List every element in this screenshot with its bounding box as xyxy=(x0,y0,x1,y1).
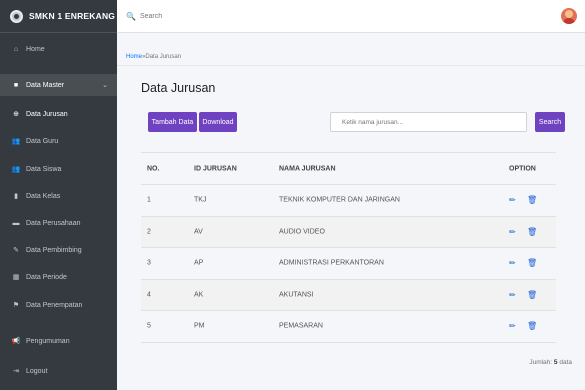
sidebar-item-label: Data Siswa xyxy=(26,165,62,173)
jurusan-search-input[interactable] xyxy=(330,112,527,132)
sidebar-item-label: Data Pembimbing xyxy=(26,246,82,254)
sidebar-item-label: Data Kelas xyxy=(26,192,61,200)
sidebar-item-data-siswa[interactable]: 👥 Data Siswa xyxy=(0,159,117,179)
cell-name: TEKNIK KOMPUTER DAN JARINGAN xyxy=(279,196,400,204)
record-count: Jumlah: 5 data xyxy=(529,359,572,366)
edit-icon[interactable]: ✏ xyxy=(509,290,516,299)
sidebar-item-data-periode[interactable]: ▦ Data Periode xyxy=(0,267,117,287)
building-icon: ▬ xyxy=(12,219,20,227)
door-icon: ▮ xyxy=(14,193,18,200)
handshake-icon: ✎ xyxy=(13,247,19,254)
sidebar-item-label: Home xyxy=(26,45,45,53)
table-row: 1 TKJ TEKNIK KOMPUTER DAN JARINGAN ✏ 🗑 xyxy=(141,185,556,217)
cell-no: 2 xyxy=(147,228,151,236)
cell-name: AUDIO VIDEO xyxy=(279,228,325,236)
cell-id: AK xyxy=(194,291,204,299)
sidebar-item-pengumuman[interactable]: 📢 Pengumuman xyxy=(0,331,117,351)
cell-no: 4 xyxy=(147,291,151,299)
logout-icon: ⇥ xyxy=(13,368,19,375)
table-row: 3 AP ADMINISTRASI PERKANTORAN ✏ 🗑 xyxy=(141,248,556,280)
search-button[interactable]: Search xyxy=(535,112,565,132)
sidebar-item-label: Data Perusahaan xyxy=(26,219,81,227)
sidebar-item-label: Logout xyxy=(26,367,48,375)
trash-icon[interactable]: 🗑 xyxy=(527,227,537,236)
sidebar-item-data-pembimbing[interactable]: ✎ Data Pembimbing xyxy=(0,240,117,260)
compass-icon: ⊕ xyxy=(13,111,19,118)
cell-name: PEMASARAN xyxy=(279,322,323,330)
sidebar-item-label: Data Guru xyxy=(26,137,59,145)
school-logo-icon xyxy=(10,9,23,23)
cell-id: AV xyxy=(194,228,203,236)
sidebar-item-data-perusahaan[interactable]: ▬ Data Perusahaan xyxy=(0,213,117,233)
trash-icon[interactable]: 🗑 xyxy=(527,322,537,331)
sidebar-item-label: Data Penempatan xyxy=(26,301,83,309)
header-id-jurusan: ID JURUSAN xyxy=(194,165,237,172)
add-data-button[interactable]: Tambah Data xyxy=(148,112,197,132)
sidebar: SMKN 1 ENREKANG ⌂ Home ■ Data Master ⌄ ⊕… xyxy=(0,0,117,390)
chevron-down-icon: ⌄ xyxy=(102,82,108,89)
page-title: Data Jurusan xyxy=(141,81,216,95)
table-row: 5 PM PEMASARAN ✏ 🗑 xyxy=(141,311,556,343)
global-search-input[interactable] xyxy=(139,12,300,20)
header-no: NO. xyxy=(147,165,160,172)
header-nama-jurusan: NAMA JURUSAN xyxy=(279,165,336,172)
search-icon[interactable]: 🔍 xyxy=(126,12,136,21)
cell-name: ADMINISTRASI PERKANTORAN xyxy=(279,259,384,267)
breadcrumb: Home » Data Jurusan xyxy=(117,49,585,66)
users-icon: 👥 xyxy=(11,166,21,173)
sidebar-item-label: Data Periode xyxy=(26,273,67,281)
sidebar-item-label: Data Master xyxy=(26,81,65,89)
header-option: OPTION xyxy=(509,165,536,172)
edit-icon[interactable]: ✏ xyxy=(509,259,516,268)
sidebar-item-data-master[interactable]: ■ Data Master ⌄ xyxy=(0,74,117,96)
sidebar-item-label: Pengumuman xyxy=(26,337,70,345)
record-count-value: 5 xyxy=(553,359,558,366)
table-row: 2 AV AUDIO VIDEO ✏ 🗑 xyxy=(141,216,556,248)
sidebar-item-data-kelas[interactable]: ▮ Data Kelas xyxy=(0,186,117,206)
record-count-suffix: data xyxy=(559,359,572,366)
top-navbar: 🔍 xyxy=(117,0,585,33)
sidebar-item-label: Data Jurusan xyxy=(26,110,68,118)
cell-name: AKUTANSI xyxy=(279,291,314,299)
cell-id: AP xyxy=(194,259,204,267)
table-row: 4 AK AKUTANSI ✏ 🗑 xyxy=(141,279,556,311)
download-button[interactable]: Download xyxy=(199,112,237,132)
home-icon: ⌂ xyxy=(13,45,19,53)
sidebar-item-home[interactable]: ⌂ Home xyxy=(0,39,117,59)
cell-no: 3 xyxy=(147,259,151,267)
brand[interactable]: SMKN 1 ENREKANG xyxy=(0,0,117,33)
trash-icon[interactable]: 🗑 xyxy=(527,290,537,299)
sidebar-item-data-guru[interactable]: 👥 Data Guru xyxy=(0,131,117,151)
sidebar-item-data-jurusan[interactable]: ⊕ Data Jurusan xyxy=(0,104,117,124)
trash-icon[interactable]: 🗑 xyxy=(527,196,537,205)
cell-id: PM xyxy=(194,322,205,330)
cell-no: 5 xyxy=(147,322,151,330)
sidebar-item-logout[interactable]: ⇥ Logout xyxy=(0,361,117,381)
calendar-icon: ▦ xyxy=(12,274,20,281)
breadcrumb-current: Data Jurusan xyxy=(145,54,182,60)
cell-id: TKJ xyxy=(194,196,207,204)
edit-icon[interactable]: ✏ xyxy=(509,196,516,205)
cell-no: 1 xyxy=(147,196,151,204)
sidebar-item-data-penempatan[interactable]: ⚑ Data Penempatan xyxy=(0,295,117,315)
record-count-label: Jumlah: xyxy=(529,359,553,366)
edit-icon[interactable]: ✏ xyxy=(509,322,516,331)
flag-icon: ⚑ xyxy=(12,302,20,309)
trash-icon[interactable]: 🗑 xyxy=(527,259,537,268)
jurusan-table: NO. ID JURUSAN NAMA JURUSAN OPTION 1 TKJ… xyxy=(141,152,556,343)
breadcrumb-home-link[interactable]: Home xyxy=(126,54,142,60)
user-avatar[interactable] xyxy=(561,8,577,24)
users-icon: 👥 xyxy=(11,138,21,145)
brand-name: SMKN 1 ENREKANG xyxy=(29,11,116,21)
table-header: NO. ID JURUSAN NAMA JURUSAN OPTION xyxy=(141,152,556,185)
announcement-icon: 📢 xyxy=(11,338,21,345)
edit-icon[interactable]: ✏ xyxy=(509,227,516,236)
folder-icon: ■ xyxy=(13,81,19,89)
